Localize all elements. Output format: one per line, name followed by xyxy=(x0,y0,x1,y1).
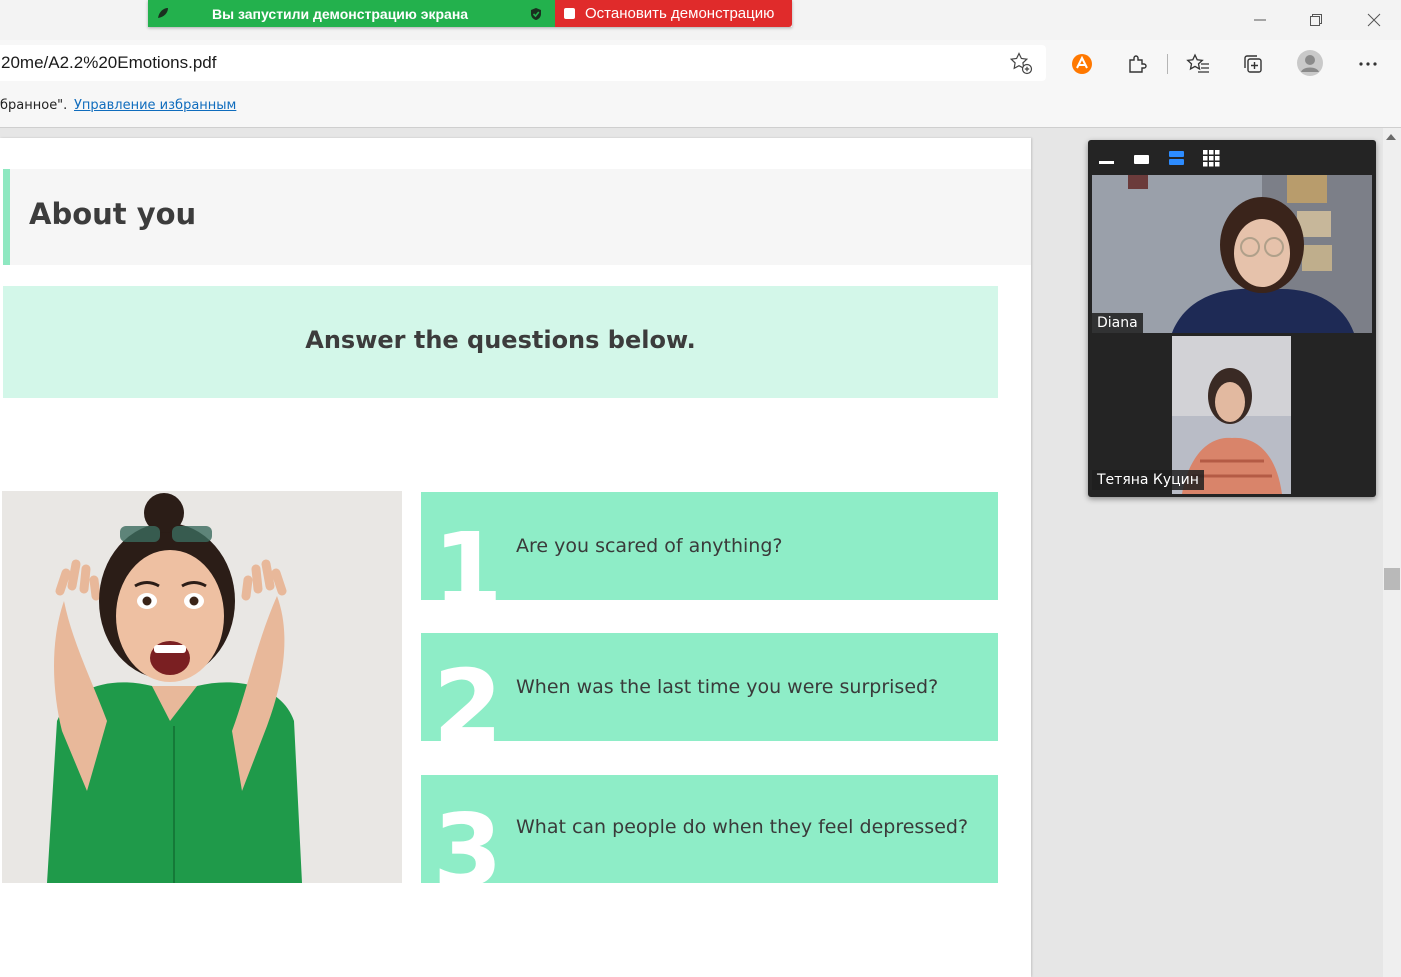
collections-button[interactable] xyxy=(1238,49,1268,79)
minimize-icon xyxy=(1254,19,1266,21)
stop-share-button[interactable]: Остановить демонстрацию xyxy=(555,0,792,27)
screen-share-status-text: Вы запустили демонстрацию экрана xyxy=(212,6,469,22)
participant-name: Diana xyxy=(1092,313,1143,333)
pdf-page: About you Answer the questions below. 1 … xyxy=(0,138,1031,977)
shield-check-icon xyxy=(531,8,541,20)
title-bar: Вы запустили демонстрацию экрана Останов… xyxy=(0,0,1401,40)
gallery-view-icon xyxy=(1203,150,1220,167)
question-number: 1 xyxy=(433,511,503,601)
question-number: 3 xyxy=(433,792,503,884)
close-icon xyxy=(1367,13,1381,27)
extensions-button[interactable] xyxy=(1122,49,1152,79)
restore-button[interactable] xyxy=(1302,6,1330,34)
extensions-icon xyxy=(1129,55,1147,73)
surprised-woman-photo xyxy=(2,491,402,883)
question-card: 3 What can people do when they feel depr… xyxy=(421,775,998,883)
address-bar[interactable]: 20me/A2.2%20Emotions.pdf xyxy=(0,45,1046,81)
favorites-bar-text: бранное". xyxy=(0,98,68,113)
question-card: 1 Are you scared of anything? xyxy=(421,492,998,600)
question-text: When was the last time you were surprise… xyxy=(516,676,939,698)
instruction-text: Answer the questions below. xyxy=(305,326,696,354)
avast-icon xyxy=(1072,54,1092,74)
more-menu-button[interactable] xyxy=(1353,49,1383,79)
speaker-view-button[interactable] xyxy=(1131,148,1153,168)
scroll-up-arrow-icon[interactable] xyxy=(1386,134,1396,140)
minimize-view-icon xyxy=(1099,161,1114,164)
collections-icon xyxy=(1244,55,1262,73)
add-favorite-button[interactable] xyxy=(1006,48,1036,78)
section-title: About you xyxy=(29,197,197,231)
minimize-button[interactable] xyxy=(1246,6,1274,34)
stacked-view-button[interactable] xyxy=(1166,148,1188,168)
close-window-button[interactable] xyxy=(1360,6,1388,34)
participant-video xyxy=(1092,175,1372,333)
address-text: 20me/A2.2%20Emotions.pdf xyxy=(1,53,217,72)
section-header: About you xyxy=(3,169,1031,265)
video-call-panel: Diana Тетяна Куцин xyxy=(1088,140,1376,497)
question-text: What can people do when they feel depres… xyxy=(516,816,969,838)
speaker-view-icon xyxy=(1134,155,1149,164)
manage-favorites-link[interactable]: Управление избранным xyxy=(74,98,236,113)
more-icon xyxy=(1359,62,1377,66)
browser-toolbar: 20me/A2.2%20Emotions.pdf xyxy=(0,40,1401,86)
question-text: Are you scared of anything? xyxy=(516,535,783,557)
stop-share-label: Остановить демонстрацию xyxy=(585,5,775,22)
participant-name: Тетяна Куцин xyxy=(1092,470,1204,490)
question-card: 2 When was the last time you were surpri… xyxy=(421,633,998,741)
instruction-box: Answer the questions below. xyxy=(3,286,998,398)
add-favorite-icon xyxy=(1009,52,1033,75)
minimize-view-button[interactable] xyxy=(1096,148,1118,168)
share-leaf-icon xyxy=(158,8,168,18)
screen-share-bar: Вы запустили демонстрацию экрана Останов… xyxy=(148,0,792,27)
restore-icon xyxy=(1310,14,1322,26)
profile-button[interactable] xyxy=(1295,48,1325,78)
question-number: 2 xyxy=(433,648,503,742)
vertical-scrollbar[interactable] xyxy=(1383,128,1401,977)
toolbar-separator xyxy=(1167,54,1168,74)
call-view-toolbar xyxy=(1088,140,1376,174)
screen-share-status: Вы запустили демонстрацию экрана xyxy=(148,0,555,27)
stacked-view-icon xyxy=(1169,151,1184,165)
favorites-button[interactable] xyxy=(1183,49,1213,79)
scrollbar-thumb[interactable] xyxy=(1384,568,1400,590)
avast-extension-button[interactable] xyxy=(1067,49,1097,79)
gallery-view-button[interactable] xyxy=(1201,148,1223,168)
stop-icon xyxy=(564,8,575,19)
favorites-bar: бранное". Управление избранным xyxy=(0,86,1401,128)
participant-video-tile[interactable]: Diana xyxy=(1092,175,1372,333)
profile-icon xyxy=(1297,50,1323,76)
favorites-icon xyxy=(1186,53,1209,73)
